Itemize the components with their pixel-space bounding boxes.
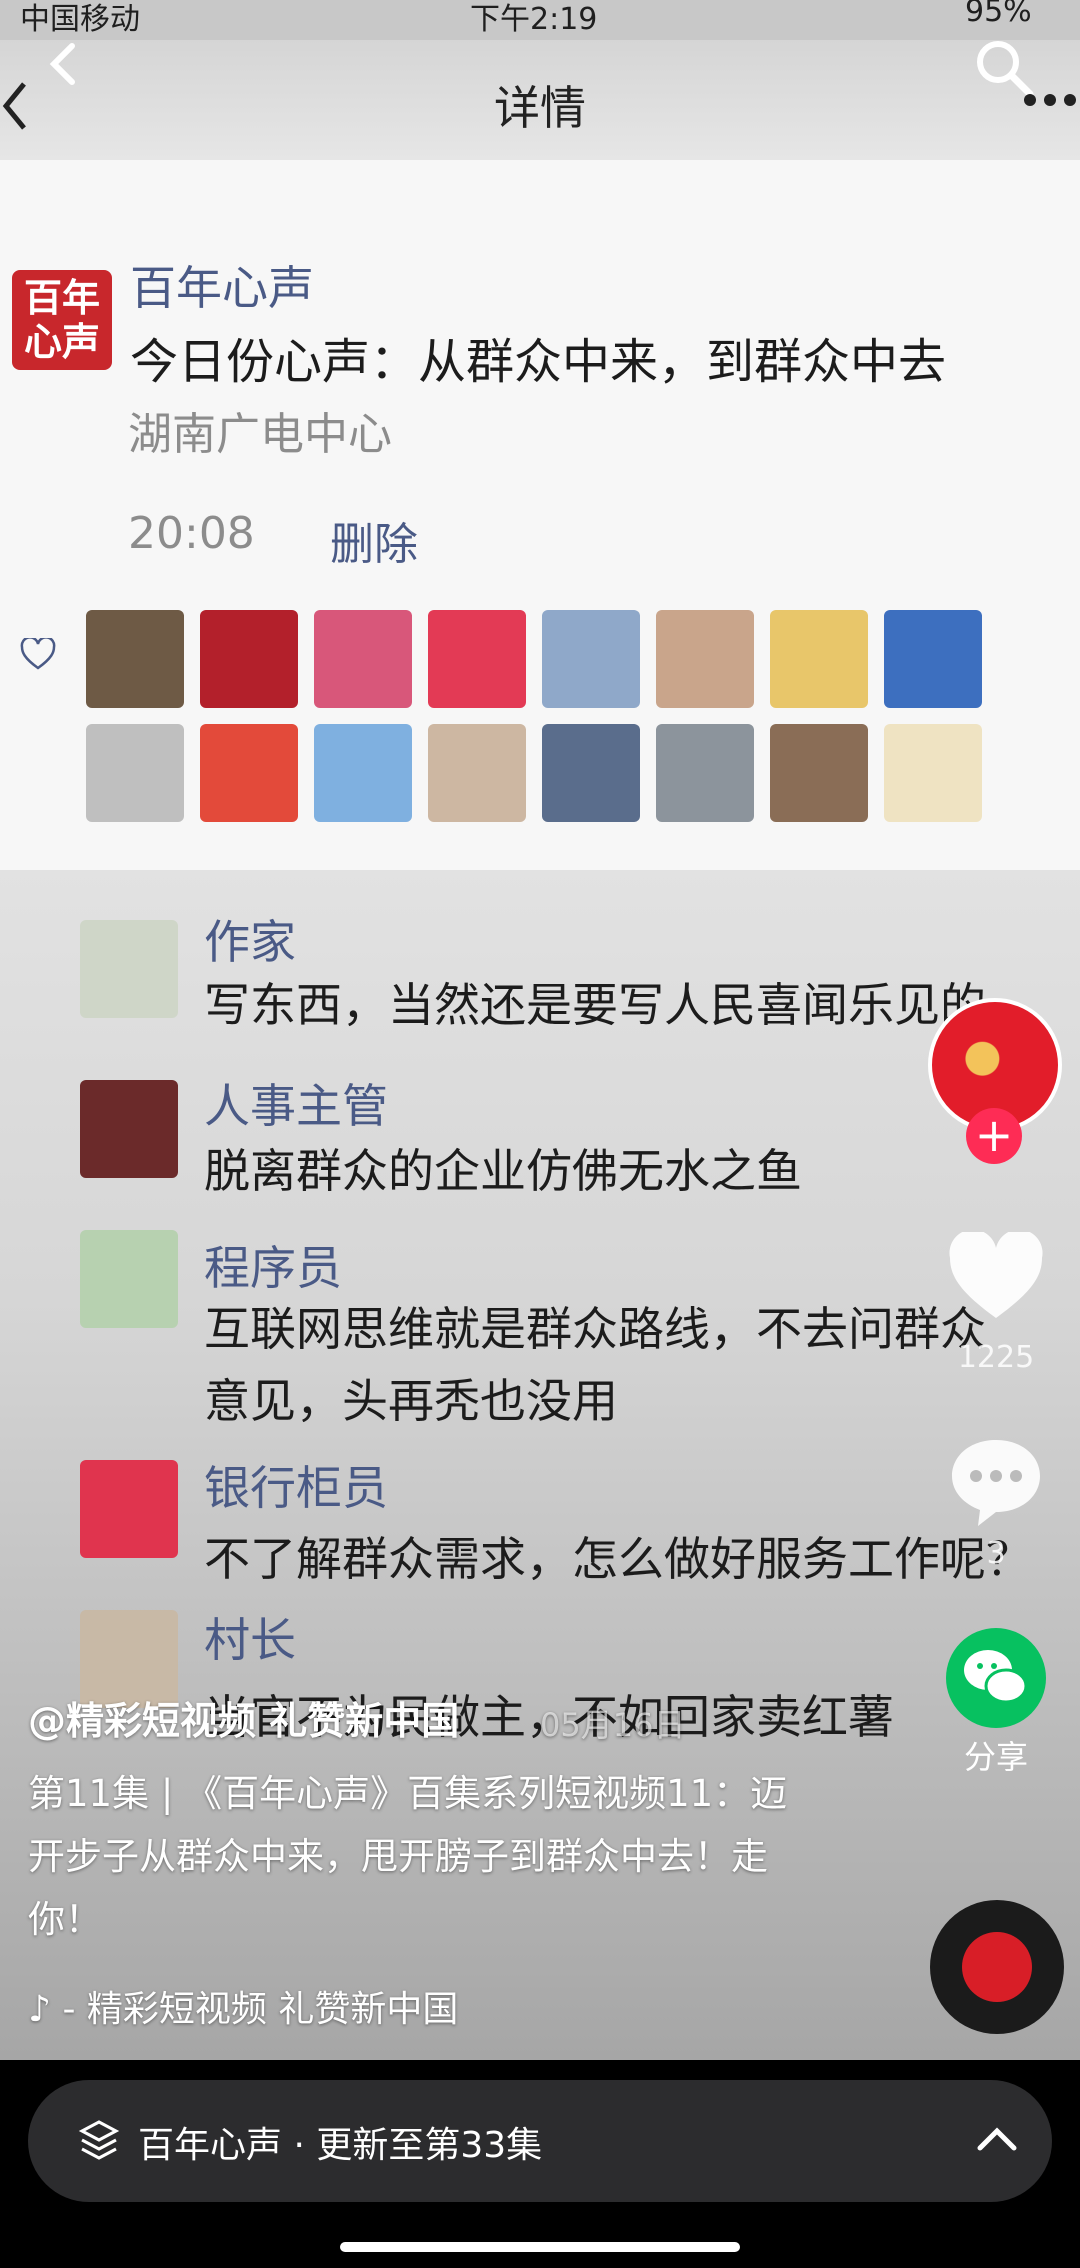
layers-icon (78, 2120, 120, 2160)
logo-line-2: 心声 (23, 320, 100, 364)
logo-line-1: 百年 (23, 276, 100, 320)
like-avatar[interactable] (428, 724, 526, 822)
filmed-status-bar: 中国移动 下午2:19 95% (0, 0, 1080, 40)
page-title: 详情 (494, 81, 586, 135)
music-label[interactable]: ♪ - 精彩短视频 礼赞新中国 (28, 1980, 458, 2032)
comment-text: 写东西，当然还是要写人民喜闻乐见的 (204, 978, 986, 1032)
comment-avatar (80, 920, 178, 1018)
follow-button[interactable]: + (966, 1108, 1022, 1164)
comment-name: 程序员 (204, 1241, 342, 1295)
post-location: 湖南广电中心 (128, 409, 392, 460)
like-avatar[interactable] (656, 610, 754, 708)
like-avatar[interactable] (884, 610, 982, 708)
chevron-up-icon[interactable] (976, 2124, 1018, 2154)
share-label: 分享 (963, 1738, 1028, 1776)
comment-text: 脱离群众的企业仿佛无水之鱼 (204, 1144, 802, 1198)
like-avatar[interactable] (884, 724, 982, 822)
post-text: 今日份心声：从群众中来，到群众中去 (130, 334, 947, 390)
video-frame[interactable]: 中国移动 下午2:19 95% 详情 百年 心声 百年心声 今日份心声：从群众中… (0, 0, 1080, 2060)
delete-link: 删除 (330, 519, 418, 570)
like-avatar[interactable] (428, 610, 526, 708)
comment-name: 作家 (204, 915, 296, 969)
like-avatar[interactable] (542, 724, 640, 822)
heart-outline-icon (20, 638, 56, 670)
post-time: 20:08 (128, 508, 255, 559)
video-caption[interactable]: 第11集 | 《百年心声》百集系列短视频11：迈开步子从群众中来，甩开膀子到群众… (28, 1762, 808, 1951)
home-indicator (340, 2242, 740, 2252)
like-count: 1225 (957, 1340, 1035, 1375)
comment-text: 不了解群众需求，怎么做好服务工作呢？ (204, 1532, 1032, 1586)
music-disc-cover (962, 1932, 1032, 2002)
like-heart-icon[interactable] (946, 1232, 1046, 1322)
comment-name: 村长 (204, 1613, 296, 1667)
like-avatar[interactable] (770, 724, 868, 822)
clock-label: 下午2:19 (470, 2, 598, 37)
like-avatar[interactable] (86, 724, 184, 822)
bottom-area: 百年心声 · 更新至第33集 (0, 2060, 1080, 2268)
comment-text: 互联网思维就是群众路线，不去问群众 (204, 1302, 986, 1356)
filmed-nav-bar: 详情 (0, 40, 1080, 160)
like-avatar[interactable] (314, 724, 412, 822)
comment-avatar (80, 1230, 178, 1328)
comment-count: 3 (986, 1536, 1006, 1571)
share-button[interactable] (946, 1628, 1046, 1728)
like-avatar[interactable] (656, 724, 754, 822)
author-handle[interactable]: @精彩短视频 礼赞新中国 (28, 1690, 459, 1745)
like-avatar[interactable] (200, 724, 298, 822)
post-author: 百年心声 (130, 261, 314, 315)
wechat-icon (964, 1650, 1028, 1704)
like-avatar[interactable] (86, 610, 184, 708)
collection-label: 百年心声 · 更新至第33集 (138, 2125, 543, 2166)
like-avatar[interactable] (314, 610, 412, 708)
collection-bar[interactable]: 百年心声 · 更新至第33集 (28, 2080, 1052, 2202)
more-icon[interactable] (1022, 90, 1080, 110)
music-disc[interactable] (930, 1900, 1064, 2034)
like-avatar[interactable] (200, 610, 298, 708)
comment-avatar (80, 1080, 178, 1178)
comment-name: 银行柜员 (204, 1461, 388, 1515)
music-note-icon: ♪ (28, 1989, 51, 2030)
comment-name: 人事主管 (204, 1079, 388, 1133)
battery-label: 95% (965, 0, 1032, 29)
comment-avatar (80, 1460, 178, 1558)
comment-text-line-2: 意见，头再秃也没用 (204, 1374, 618, 1428)
publish-date: 05月16日 (540, 1706, 686, 1744)
like-avatar[interactable] (542, 610, 640, 708)
moment-post: 百年 心声 百年心声 今日份心声：从群众中来，到群众中去 湖南广电中心 20:0… (0, 160, 1080, 870)
author-logo: 百年 心声 (12, 270, 112, 370)
carrier-label: 中国移动 (20, 2, 140, 37)
like-avatar[interactable] (770, 610, 868, 708)
comment-bubble-icon[interactable] (946, 1432, 1046, 1532)
music-title: - 精彩短视频 礼赞新中国 (62, 1989, 459, 2030)
